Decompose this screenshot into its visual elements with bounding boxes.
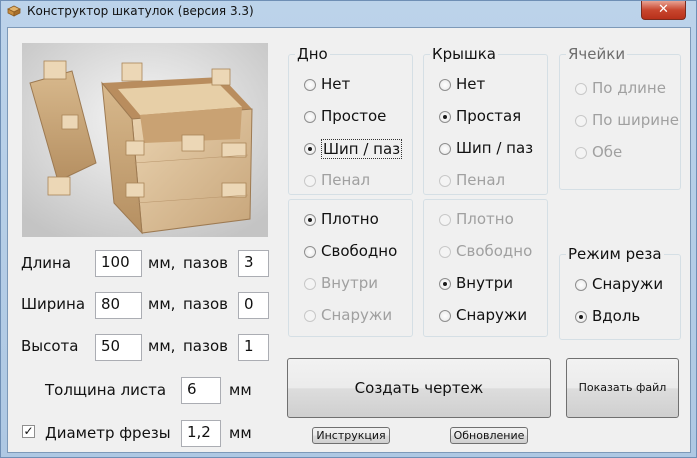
main-panel: Длина 100 мм, пазов 3 Ширина 80 мм, пазо… xyxy=(7,27,691,453)
cells-group: Ячейки По длине По ширине Обе xyxy=(559,45,681,190)
instructions-button[interactable]: Инструкция xyxy=(312,427,390,444)
length-input[interactable]: 100 xyxy=(95,250,142,277)
show-file-button[interactable]: Показать файл xyxy=(566,358,679,418)
cutter-diameter-unit: мм xyxy=(229,424,252,442)
cutter-diameter-input[interactable]: 1,2 xyxy=(181,420,221,447)
height-unit: мм, xyxy=(148,337,176,355)
length-slots-label: пазов xyxy=(183,254,228,272)
cut-mode-title: Режим реза xyxy=(566,245,664,263)
cutter-diameter-checkbox[interactable]: ✓ xyxy=(22,425,35,438)
app-icon xyxy=(7,5,21,17)
box-photo xyxy=(22,43,268,237)
length-slots-input[interactable]: 3 xyxy=(238,250,269,277)
height-slots-label: пазов xyxy=(183,337,228,355)
title-bar: Конструктор шкатулок (версия 3.3) ✕ xyxy=(1,1,696,23)
cutter-diameter-label: Диаметр фрезы xyxy=(45,424,171,442)
lid-group-title: Крышка xyxy=(430,45,498,63)
app-window: Конструктор шкатулок (версия 3.3) ✕ Длин… xyxy=(0,0,697,458)
lid-group: Крышка Нет Простая Шип / паз Пенал xyxy=(423,45,548,195)
width-unit: мм, xyxy=(148,295,176,313)
width-slots-input[interactable]: 0 xyxy=(238,292,269,319)
bottom-group: Дно Нет Простое Шип / паз Пенал xyxy=(288,45,413,195)
sheet-thickness-input[interactable]: 6 xyxy=(181,377,221,404)
bottom-fit-group: Плотно Свободно Внутри Снаружи xyxy=(288,199,413,337)
height-slots-input[interactable]: 1 xyxy=(238,334,269,361)
width-input[interactable]: 80 xyxy=(95,292,142,319)
width-label: Ширина xyxy=(21,295,86,313)
sheet-thickness-label: Толщина листа xyxy=(45,381,167,399)
lid-fit-group: Плотно Свободно Внутри Снаружи xyxy=(423,199,548,337)
window-title: Конструктор шкатулок (версия 3.3) xyxy=(27,4,254,18)
create-drawing-button[interactable]: Создать чертеж xyxy=(287,358,551,418)
bottom-group-title: Дно xyxy=(295,45,330,63)
cells-group-title: Ячейки xyxy=(566,45,628,63)
update-button[interactable]: Обновление xyxy=(450,427,528,444)
length-label: Длина xyxy=(21,254,72,272)
height-input[interactable]: 50 xyxy=(95,334,142,361)
width-slots-label: пазов xyxy=(183,295,228,313)
cut-mode-group: Режим реза Снаружи Вдоль xyxy=(559,245,681,340)
close-button[interactable]: ✕ xyxy=(641,1,686,20)
sheet-thickness-unit: мм xyxy=(229,381,252,399)
height-label: Высота xyxy=(21,337,79,355)
length-unit: мм, xyxy=(148,254,176,272)
